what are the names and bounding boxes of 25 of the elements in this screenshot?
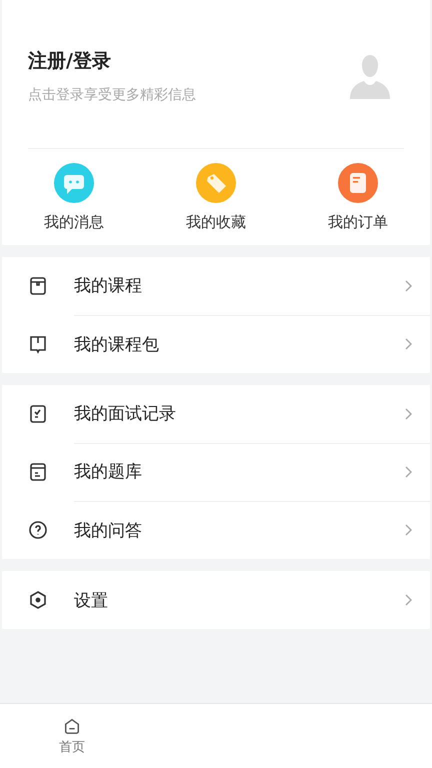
menu-item[interactable]: 我的问答	[2, 501, 430, 559]
menu-item[interactable]: 我的面试记录	[2, 385, 430, 443]
chevron-right-icon	[404, 280, 412, 292]
chevron-right-icon	[404, 338, 412, 350]
shortcut-button[interactable]: 我的订单	[312, 163, 404, 232]
chevron-right-icon	[404, 524, 412, 536]
home-icon	[63, 716, 81, 734]
card-icon	[28, 462, 48, 482]
menu-item[interactable]: 我的课程	[2, 257, 430, 315]
book-icon	[28, 334, 48, 354]
shortcut-button[interactable]: 我的消息	[28, 163, 120, 232]
chevron-right-icon	[404, 408, 412, 420]
menu-item[interactable]: 我的课程包	[2, 315, 430, 373]
shortcut-button[interactable]: 我的收藏	[170, 163, 262, 232]
help-icon	[28, 520, 48, 540]
menu-item[interactable]: 设置	[2, 571, 430, 629]
menu-item[interactable]: 我的题库	[2, 443, 430, 501]
chevron-right-icon	[404, 594, 412, 606]
box-icon	[28, 276, 48, 296]
login-hint: 点击登录享受更多精彩信息	[28, 86, 196, 104]
settings-icon	[28, 590, 48, 610]
checklist-icon	[28, 404, 48, 424]
login-link[interactable]: 注册/登录	[28, 48, 196, 74]
tab[interactable]: 首页	[0, 704, 144, 768]
chevron-right-icon	[404, 466, 412, 478]
